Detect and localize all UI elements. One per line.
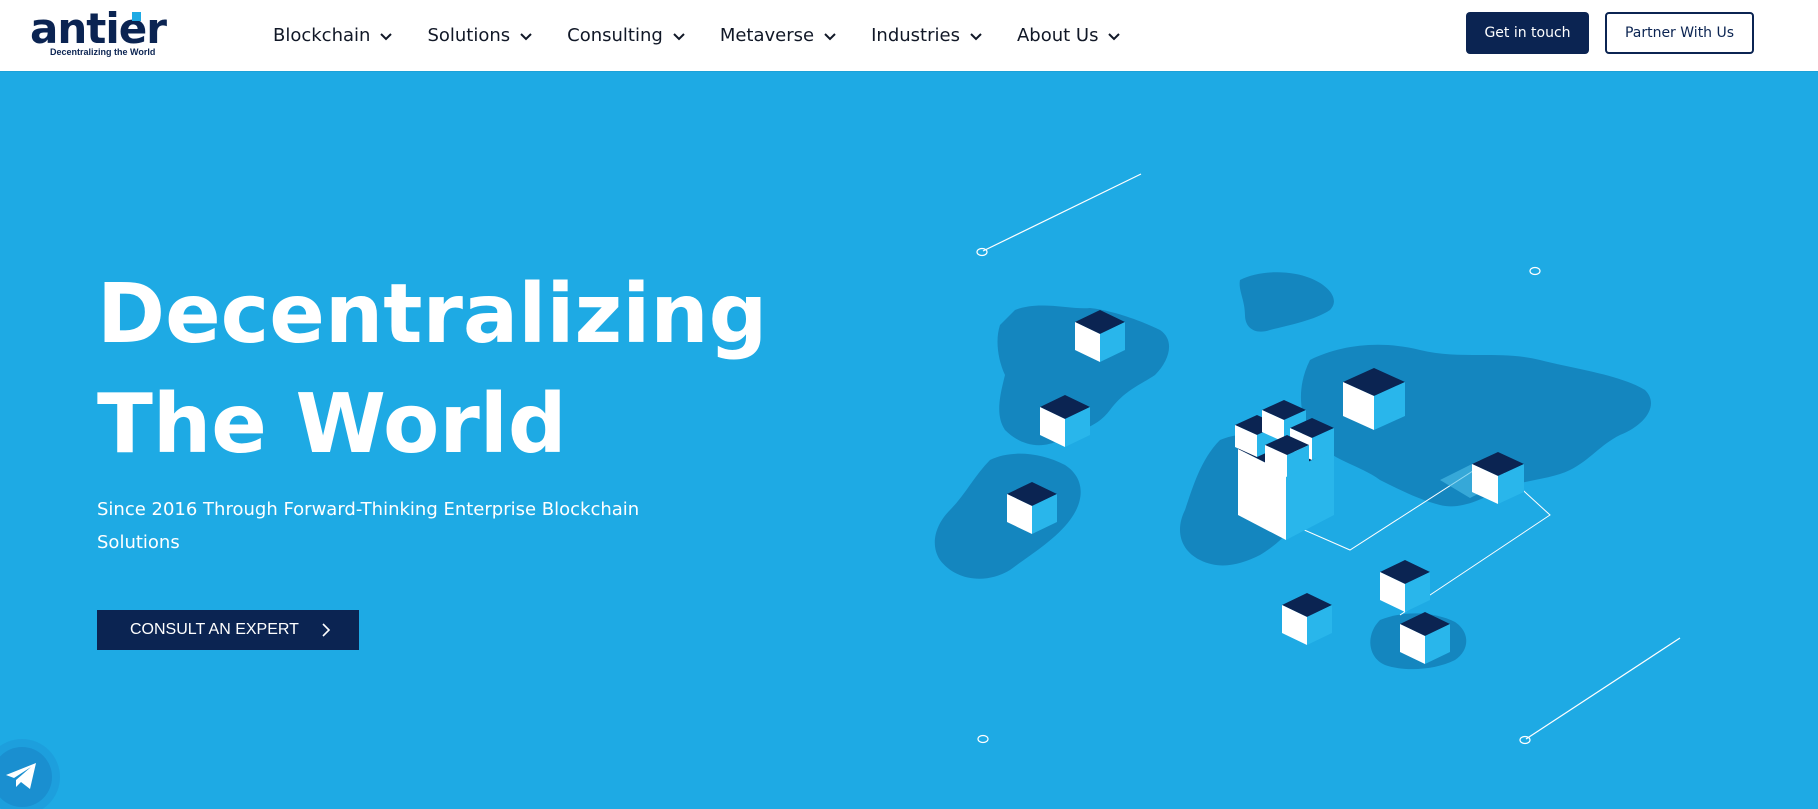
- chevron-down-icon: [673, 32, 685, 40]
- cta-label: CONSULT AN EXPERT: [130, 621, 299, 638]
- cube: [1380, 560, 1430, 612]
- brand-logo-accent: [132, 12, 141, 21]
- chevron-down-icon: [380, 32, 393, 40]
- telegram-icon: [6, 763, 36, 789]
- hero-title: Decentralizing The World: [97, 260, 767, 480]
- cube: [1282, 593, 1332, 645]
- nav-item-consulting[interactable]: Consulting: [567, 25, 687, 46]
- telegram-chat-button[interactable]: [0, 747, 52, 807]
- nav-item-label: Consulting: [567, 25, 663, 46]
- nav-item-solutions[interactable]: Solutions: [427, 25, 534, 46]
- hero-title-line-2: The World: [97, 377, 567, 472]
- hero-title-line-1: Decentralizing: [97, 267, 768, 362]
- get-in-touch-button[interactable]: Get in touch: [1466, 12, 1589, 54]
- nav-item-about-us[interactable]: About Us: [1017, 25, 1123, 46]
- nav-item-label: Blockchain: [273, 25, 371, 46]
- main-nav: Blockchain Solutions Consulting Metavers…: [273, 0, 1155, 71]
- chevron-down-icon: [970, 32, 982, 40]
- nav-item-blockchain[interactable]: Blockchain: [273, 25, 394, 46]
- chevron-down-icon: [520, 32, 532, 40]
- brand-logo[interactable]: antier Decentralizing the World: [30, 4, 180, 60]
- chevron-down-icon: [1108, 32, 1121, 40]
- site-header: antier Decentralizing the World Blockcha…: [0, 0, 1818, 71]
- brand-tagline: Decentralizing the World: [50, 47, 156, 57]
- chevron-right-icon: [322, 623, 331, 637]
- nav-item-label: About Us: [1016, 25, 1099, 46]
- consult-expert-button[interactable]: CONSULT AN EXPERT: [97, 610, 359, 650]
- nav-item-label: Industries: [871, 25, 960, 46]
- nav-item-label: Solutions: [427, 25, 511, 46]
- nav-item-industries[interactable]: Industries: [871, 25, 984, 46]
- nav-item-label: Metaverse: [719, 25, 815, 46]
- blockchain-world-map-illustration: [934, 173, 1681, 745]
- nav-item-metaverse[interactable]: Metaverse: [720, 25, 838, 46]
- partner-with-us-button[interactable]: Partner With Us: [1605, 12, 1754, 54]
- hero-subtitle: Since 2016 Through Forward-Thinking Ente…: [97, 499, 640, 553]
- chevron-down-icon: [824, 32, 836, 40]
